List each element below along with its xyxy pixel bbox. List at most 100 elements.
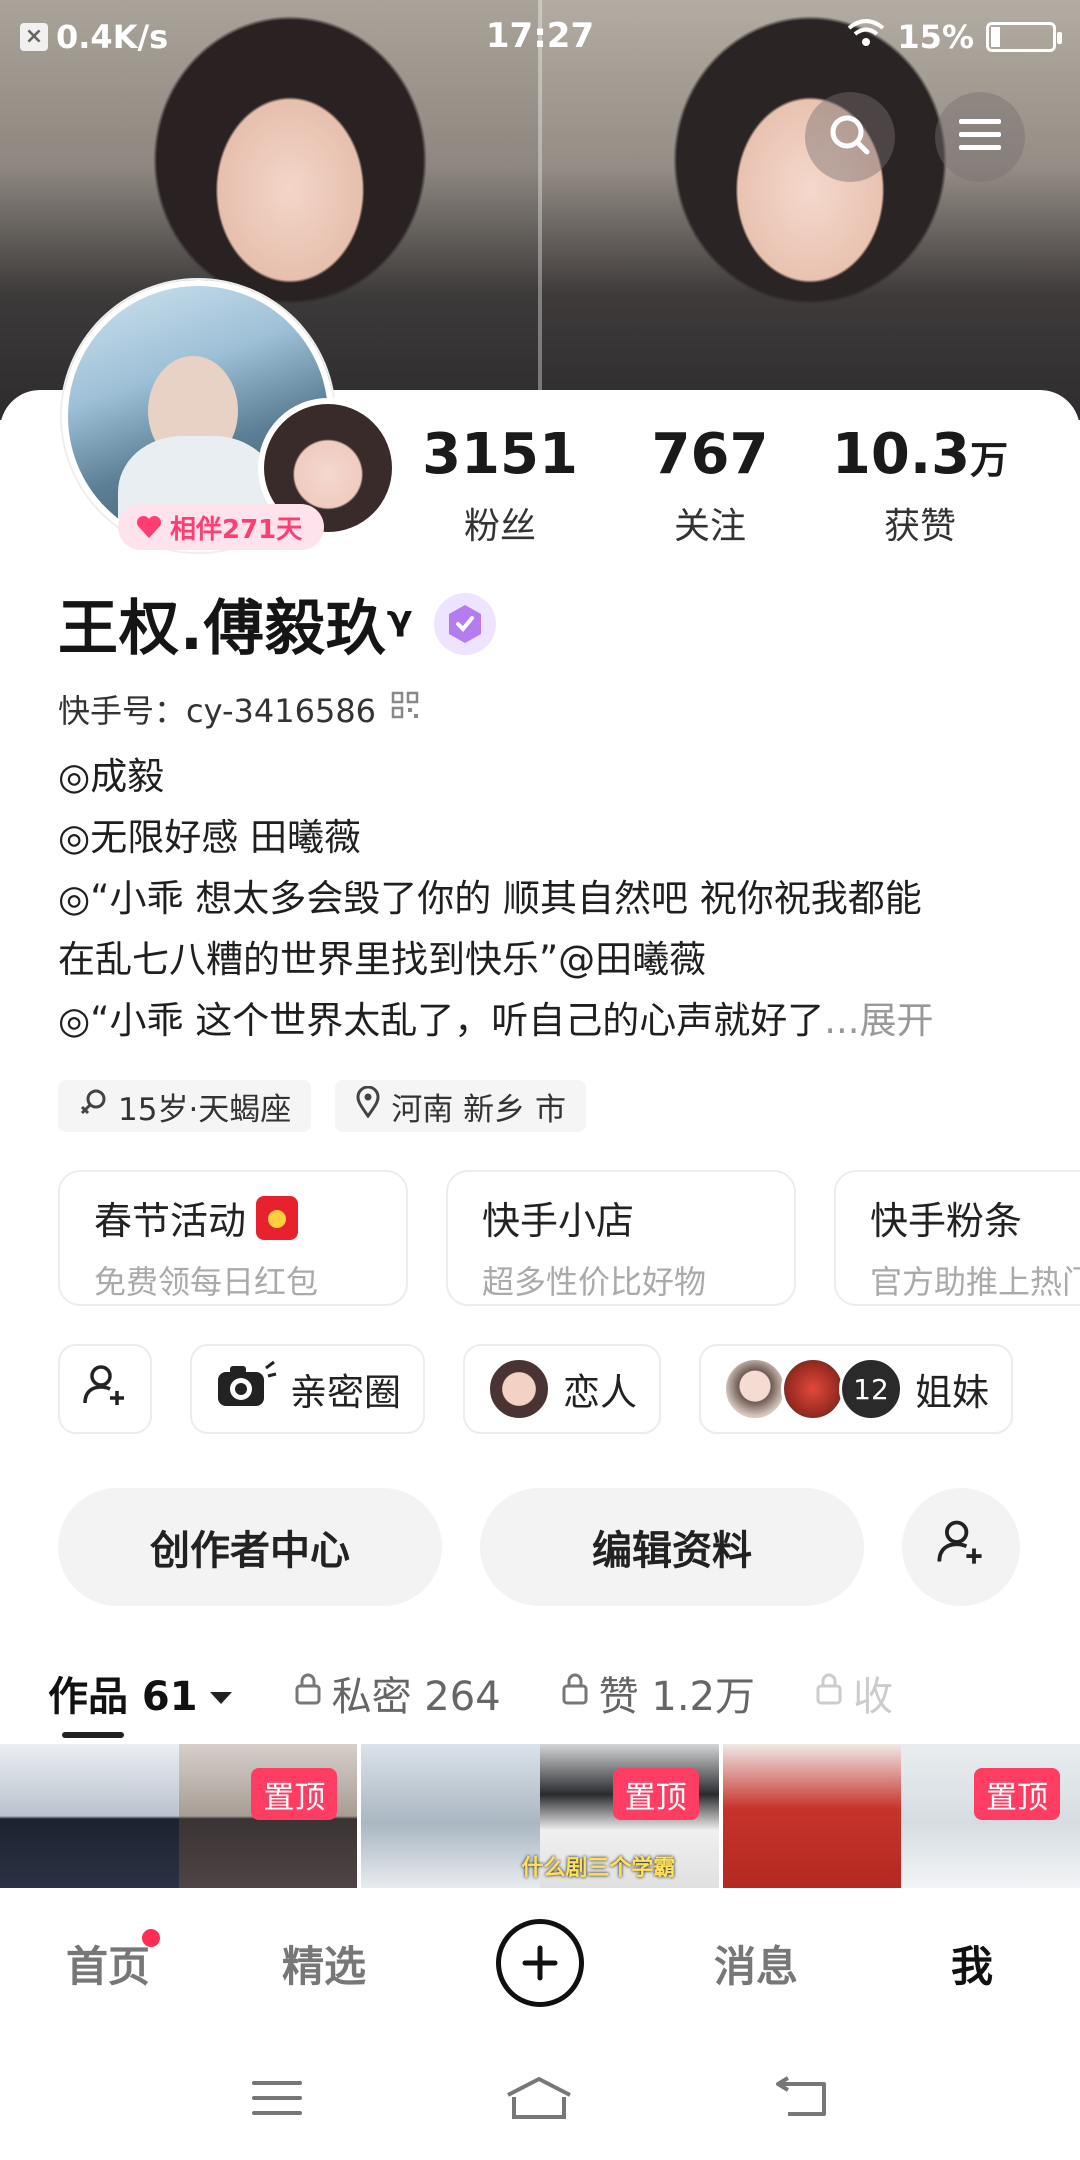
add-friend-button[interactable]: [902, 1488, 1020, 1606]
nav-home[interactable]: 首页: [0, 1928, 216, 1994]
notification-dot: [142, 1928, 160, 1947]
stat-following[interactable]: 767 关注: [605, 420, 815, 550]
age-text: 15岁·天蝎座: [118, 1091, 292, 1128]
bio-line: ◎无限好感 田曦薇: [58, 816, 362, 859]
status-right: 15%: [847, 18, 1062, 56]
menu-icon: [957, 115, 1003, 159]
feature-subtitle: 超多性价比好物: [482, 1263, 707, 1301]
tab-private[interactable]: 私密 264: [294, 1664, 501, 1722]
profile-bio[interactable]: ◎成毅 ◎无限好感 田曦薇 ◎“小乖 想太多会毁了你的 顺其自然吧 祝你祝我都能…: [58, 746, 1048, 1051]
battery-fill: [991, 27, 1000, 47]
bio-line-last: ◎“小乖 这个世界太乱了，听自己的心声就好了...展开: [58, 999, 934, 1042]
qrcode-icon[interactable]: [390, 690, 420, 728]
recent-apps-icon[interactable]: [250, 2077, 304, 2123]
lover-button[interactable]: 恋人: [463, 1344, 661, 1434]
sister-avatar: [723, 1357, 787, 1421]
feature-subtitle: 免费领每日红包: [94, 1263, 319, 1301]
plus-icon: [496, 1919, 584, 2007]
feature-cards: 春节活动 免费领每日红包 快手小店 超多性价比好物 快手粉条 官方助推上热门: [58, 1170, 1080, 1308]
add-person-icon: [935, 1516, 987, 1578]
dropdown-arrow-icon: [208, 1670, 234, 1716]
battery-icon: [986, 22, 1062, 52]
add-person-icon: [81, 1361, 129, 1418]
companion-badge[interactable]: 相伴271天: [118, 504, 325, 550]
add-relation-button[interactable]: [58, 1344, 152, 1434]
pinned-badge: 置顶: [251, 1768, 338, 1820]
nav-messages[interactable]: 消息: [648, 1933, 864, 1994]
feature-kuaishou-shop[interactable]: 快手小店 超多性价比好物: [446, 1170, 796, 1306]
creator-center-button[interactable]: 创作者中心: [58, 1488, 442, 1606]
stat-value: 3151: [422, 422, 578, 487]
age-tag: 15岁·天蝎座: [58, 1080, 312, 1132]
work-thumbnail[interactable]: 置顶: [722, 1744, 1080, 1888]
lock-icon: [815, 1670, 843, 1716]
profile-actions: 创作者中心 编辑资料: [58, 1488, 1020, 1606]
edit-profile-button[interactable]: 编辑资料: [480, 1488, 864, 1606]
bottom-nav: 首页 精选 消息 我: [0, 1888, 1080, 2038]
lock-icon: [294, 1670, 322, 1716]
heart-icon: [136, 515, 162, 539]
tab-likes[interactable]: 赞 1.2万: [561, 1664, 755, 1722]
system-nav-bar: [0, 2040, 1080, 2160]
active-tab-indicator: [62, 1732, 124, 1738]
stat-label: 粉丝: [463, 506, 536, 547]
sisters-count: 12: [839, 1357, 903, 1421]
menu-button[interactable]: [935, 92, 1025, 182]
intimate-circle-label: 亲密圈: [290, 1371, 401, 1414]
profile-stats: 3151 粉丝 767 关注 10.3万 获赞: [395, 420, 1025, 550]
location-tag: 河南 新乡 市: [335, 1080, 587, 1132]
stat-fans[interactable]: 3151 粉丝: [395, 420, 605, 550]
location-pin-icon: [355, 1085, 381, 1126]
feature-fans-boost[interactable]: 快手粉条 官方助推上热门: [834, 1170, 1080, 1306]
wifi-icon: [847, 18, 885, 56]
nav-featured[interactable]: 精选: [216, 1933, 432, 1994]
red-envelope-icon: [256, 1195, 299, 1240]
female-gender-icon: [78, 1087, 108, 1125]
status-bar: × 0.4K/s 17:27 15%: [0, 0, 1080, 72]
tab-favorites[interactable]: 收: [815, 1664, 893, 1722]
work-thumbnail[interactable]: 置顶 什么剧三个学霸: [361, 1744, 719, 1888]
stat-likes[interactable]: 10.3万 获赞: [815, 420, 1025, 550]
relations-row: 亲密圈 恋人 12 姐妹: [58, 1344, 1080, 1436]
intimate-circle-button[interactable]: 亲密圈: [190, 1344, 425, 1434]
feature-title: 快手小店: [482, 1199, 635, 1243]
feature-subtitle: 官方助推上热门: [870, 1263, 1080, 1301]
tab-works[interactable]: 作品 61: [48, 1664, 234, 1722]
lock-icon: [561, 1670, 589, 1716]
camera-icon: [214, 1360, 278, 1419]
back-icon[interactable]: [774, 2076, 830, 2124]
home-icon[interactable]: [504, 2075, 574, 2125]
stat-label: 获赞: [883, 506, 956, 547]
lover-label: 恋人: [563, 1371, 637, 1414]
search-button[interactable]: [805, 92, 895, 182]
kuaishou-id[interactable]: 快手号：cy-3416586: [58, 686, 420, 732]
location-text: 河南 新乡 市: [391, 1091, 567, 1128]
works-grid: 置顶 置顶 什么剧三个学霸 置顶: [0, 1744, 1080, 1888]
name-row: 王权.傅毅玖ᵞ: [58, 580, 496, 667]
nav-me[interactable]: 我: [864, 1933, 1080, 1994]
work-thumbnail[interactable]: 置顶: [0, 1744, 358, 1888]
content-tabs: 作品 61 私密 264 赞 1.2万 收: [48, 1648, 1080, 1738]
stat-value: 10.3万: [831, 422, 1009, 487]
nav-create[interactable]: [432, 1919, 648, 2007]
stat-value: 767: [651, 422, 769, 487]
stat-label: 关注: [673, 506, 746, 547]
feature-title: 快手粉条: [870, 1199, 1023, 1243]
sister-avatar: [781, 1357, 845, 1421]
sisters-label: 姐妹: [915, 1371, 989, 1414]
profile-tags: 15岁·天蝎座 河南 新乡 市: [58, 1080, 587, 1132]
expand-link[interactable]: ...展开: [824, 999, 933, 1042]
pinned-badge: 置顶: [973, 1768, 1060, 1820]
profile-name: 王权.傅毅玖ᵞ: [58, 594, 414, 664]
feature-spring-festival[interactable]: 春节活动 免费领每日红包: [58, 1170, 408, 1306]
companion-days: 相伴271天: [170, 514, 303, 545]
kuaishou-id-text: 快手号：cy-3416586: [58, 692, 377, 730]
sisters-button[interactable]: 12 姐妹: [699, 1344, 1013, 1434]
bio-line: ◎成毅: [58, 755, 165, 798]
battery-percent: 15%: [897, 18, 974, 56]
bio-line: 在乱七八糟的世界里找到快乐”@田曦薇: [58, 938, 707, 981]
bio-line: ◎“小乖 想太多会毁了你的 顺其自然吧 祝你祝我都能: [58, 877, 922, 920]
pinned-badge: 置顶: [612, 1768, 699, 1820]
feature-title: 春节活动: [94, 1190, 372, 1245]
level-badge-icon[interactable]: [433, 592, 496, 655]
